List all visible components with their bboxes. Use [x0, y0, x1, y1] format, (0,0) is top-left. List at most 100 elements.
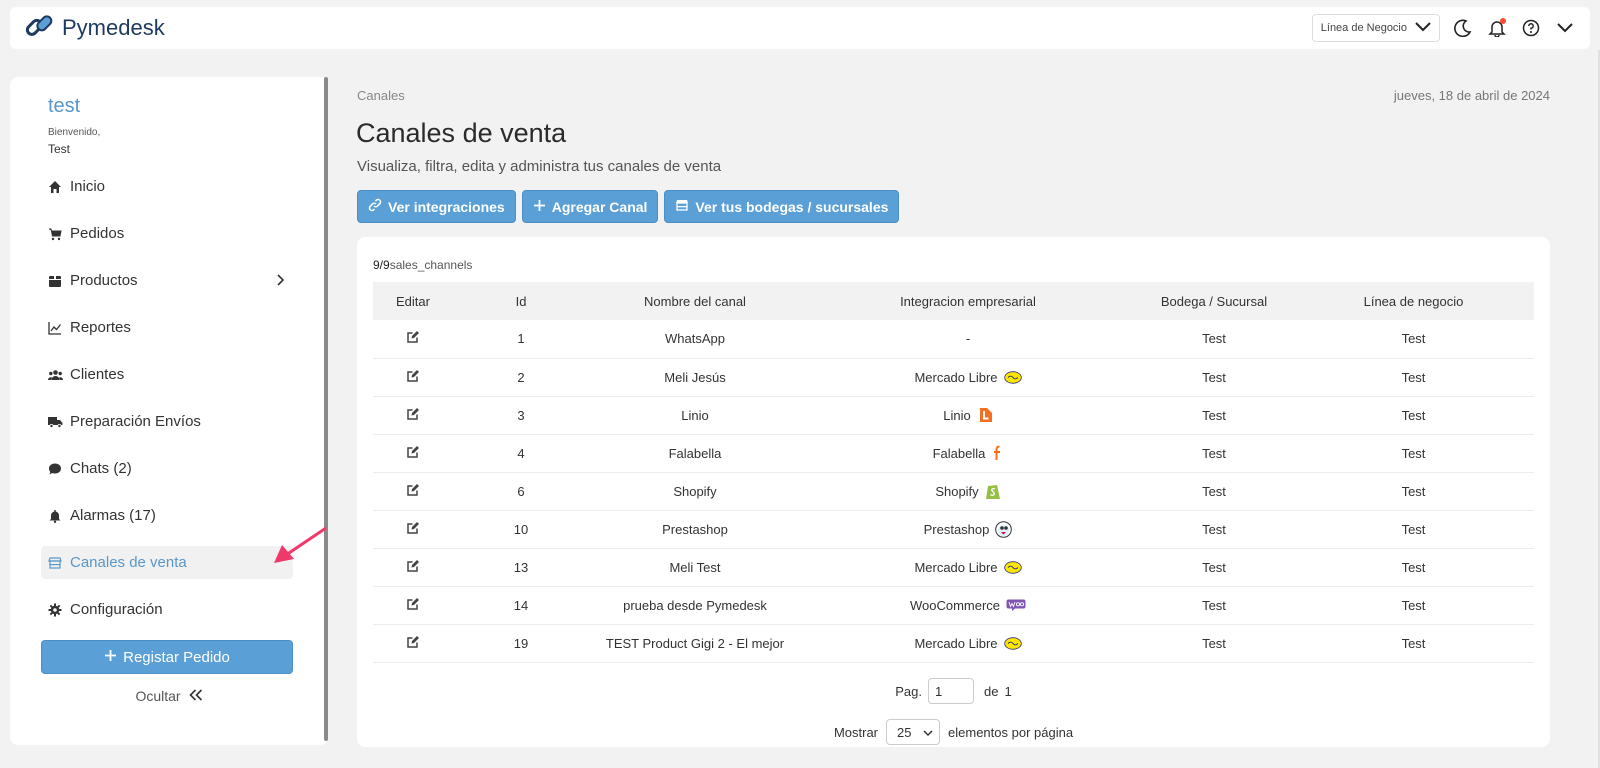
integration-cell: - [801, 320, 1135, 359]
column-header-integracion[interactable]: Integracion empresarial [801, 282, 1135, 320]
table-row[interactable]: 19 TEST Product Gigi 2 - El mejor Mercado … [373, 624, 1534, 663]
edit-icon[interactable] [406, 369, 420, 383]
register-order-button[interactable]: Registar Pedido [41, 640, 293, 674]
edit-cell [373, 320, 453, 359]
channel-name-cell: Meli Jesús [589, 358, 801, 397]
business-line-cell: Test [1293, 396, 1534, 435]
table-row[interactable]: 1 WhatsApp - Test Test [373, 320, 1534, 359]
table-row[interactable]: 3 Linio Linio Test Test [373, 396, 1534, 435]
page-size-select[interactable]: 25 [886, 719, 941, 745]
column-header-linea-negocio[interactable]: Línea de negocio [1293, 282, 1534, 320]
current-date: jueves, 18 de abril de 2024 [1393, 88, 1550, 103]
business-line-cell: Test [1293, 472, 1534, 511]
channel-name-cell: WhatsApp [589, 320, 801, 359]
annotation-arrow [272, 525, 332, 572]
integration-name: Mercado Libre [914, 369, 998, 385]
edit-cell [373, 396, 453, 435]
integration-cell: Mercado Libre [801, 624, 1135, 663]
breadcrumb[interactable]: Canales [357, 88, 405, 103]
sidebar: test Bienvenido, Test Inicio Pedidos Pro… [10, 77, 328, 745]
logo[interactable]: Pymedesk [24, 11, 165, 46]
notification-dot [1500, 18, 1506, 24]
sidebar-scrollbar[interactable] [324, 77, 328, 741]
id-cell: 13 [453, 548, 589, 587]
edit-icon[interactable] [406, 597, 420, 611]
falabella-icon [991, 445, 1003, 461]
sidebar-item-label: Pedidos [70, 225, 125, 242]
integration-name: Mercado Libre [914, 559, 998, 575]
page-label: Pag. [895, 683, 923, 699]
id-cell: 10 [453, 510, 589, 549]
edit-icon[interactable] [406, 330, 420, 344]
integration-cell: Falabella [801, 434, 1135, 473]
table-row[interactable]: 13 Meli Test Mercado Libre Test Test [373, 548, 1534, 587]
add-channel-button[interactable]: Agregar Canal [521, 190, 659, 223]
user-menu-chevron-icon[interactable] [1554, 17, 1576, 39]
box-icon [47, 273, 63, 289]
table-row[interactable]: 2 Meli Jesús Mercado Libre Test Test [373, 358, 1534, 397]
edit-icon[interactable] [406, 521, 420, 535]
chart-icon [47, 320, 63, 336]
edit-icon[interactable] [406, 483, 420, 497]
integration-name: Shopify [935, 483, 979, 499]
page-number-input[interactable]: 1 [928, 678, 975, 704]
channel-name-cell: Shopify [589, 472, 801, 511]
sidebar-item-preparacion-envios[interactable]: Preparación Envíos [41, 405, 293, 438]
sidebar-item-pedidos[interactable]: Pedidos [41, 217, 293, 250]
edit-icon[interactable] [406, 559, 420, 573]
view-integrations-button[interactable]: Ver integraciones [357, 190, 516, 223]
table-row[interactable]: 4 Falabella Falabella Test Test [373, 434, 1534, 473]
table-row[interactable]: 6 Shopify Shopify Test Test [373, 472, 1534, 511]
channel-name-cell: Prestashop [589, 510, 801, 549]
channels-table: Editar Id Nombre del canal Integracion e… [373, 282, 1534, 663]
truck-icon [47, 414, 63, 430]
column-header-bodega[interactable]: Bodega / Sucursal [1135, 282, 1293, 320]
mercadolibre-icon [1003, 560, 1022, 574]
table-row[interactable]: 10 Prestashop Prestashop Test Test [373, 510, 1534, 549]
edit-icon[interactable] [406, 635, 420, 649]
record-count: 9/9sales_channels [373, 258, 472, 272]
integration-cell: Mercado Libre [801, 548, 1135, 587]
mercadolibre-icon [1003, 636, 1022, 650]
integration-name: Falabella [932, 445, 986, 461]
channels-card: 9/9sales_channels Editar Id Nombre del c… [357, 237, 1550, 747]
sidebar-item-configuracion[interactable]: Configuración [41, 593, 293, 626]
bell-icon [47, 508, 63, 524]
store-icon [47, 555, 63, 571]
sidebar-item-productos[interactable]: Productos [41, 264, 293, 297]
business-line-cell: Test [1293, 510, 1534, 549]
sidebar-item-clientes[interactable]: Clientes [41, 358, 293, 391]
moon-icon[interactable] [1452, 17, 1474, 39]
cart-icon [47, 226, 63, 242]
prestashop-icon [995, 520, 1013, 538]
sidebar-item-reportes[interactable]: Reportes [41, 311, 293, 344]
notification-bell-icon[interactable] [1486, 17, 1508, 39]
sidebar-item-canales-de-venta[interactable]: Canales de venta [41, 546, 293, 579]
sidebar-item-alarmas[interactable]: Alarmas (17) [41, 499, 293, 532]
view-warehouses-label: Ver tus bodegas / sucursales [695, 198, 889, 215]
page-subtitle: Visualiza, filtra, edita y administra tu… [357, 158, 722, 175]
column-header-nombre[interactable]: Nombre del canal [589, 282, 801, 320]
column-header-editar[interactable]: Editar [373, 282, 453, 320]
hide-sidebar-link[interactable]: Ocultar [10, 688, 328, 704]
sidebar-item-label: Productos [70, 272, 138, 289]
sidebar-item-label: Clientes [70, 366, 125, 383]
edit-icon[interactable] [406, 407, 420, 421]
users-icon [47, 367, 63, 383]
of-label: de [984, 683, 999, 699]
edit-icon[interactable] [406, 445, 420, 459]
sidebar-item-label: Canales de venta [70, 554, 187, 571]
help-icon[interactable] [1520, 17, 1542, 39]
store-icon [675, 198, 689, 215]
edit-cell [373, 472, 453, 511]
business-line-cell: Test [1293, 358, 1534, 397]
business-line-select[interactable]: Línea de Negocio [1311, 14, 1440, 42]
sidebar-item-inicio[interactable]: Inicio [41, 170, 293, 203]
sidebar-item-chats[interactable]: Chats (2) [41, 452, 293, 485]
integration-name: Prestashop [923, 521, 990, 537]
view-warehouses-button[interactable]: Ver tus bodegas / sucursales [664, 190, 900, 223]
column-header-id[interactable]: Id [453, 282, 589, 320]
gear-icon [47, 602, 63, 618]
edit-cell [373, 358, 453, 397]
table-row[interactable]: 14 prueba desde Pymedesk WooCommerce Test Te… [373, 586, 1534, 625]
